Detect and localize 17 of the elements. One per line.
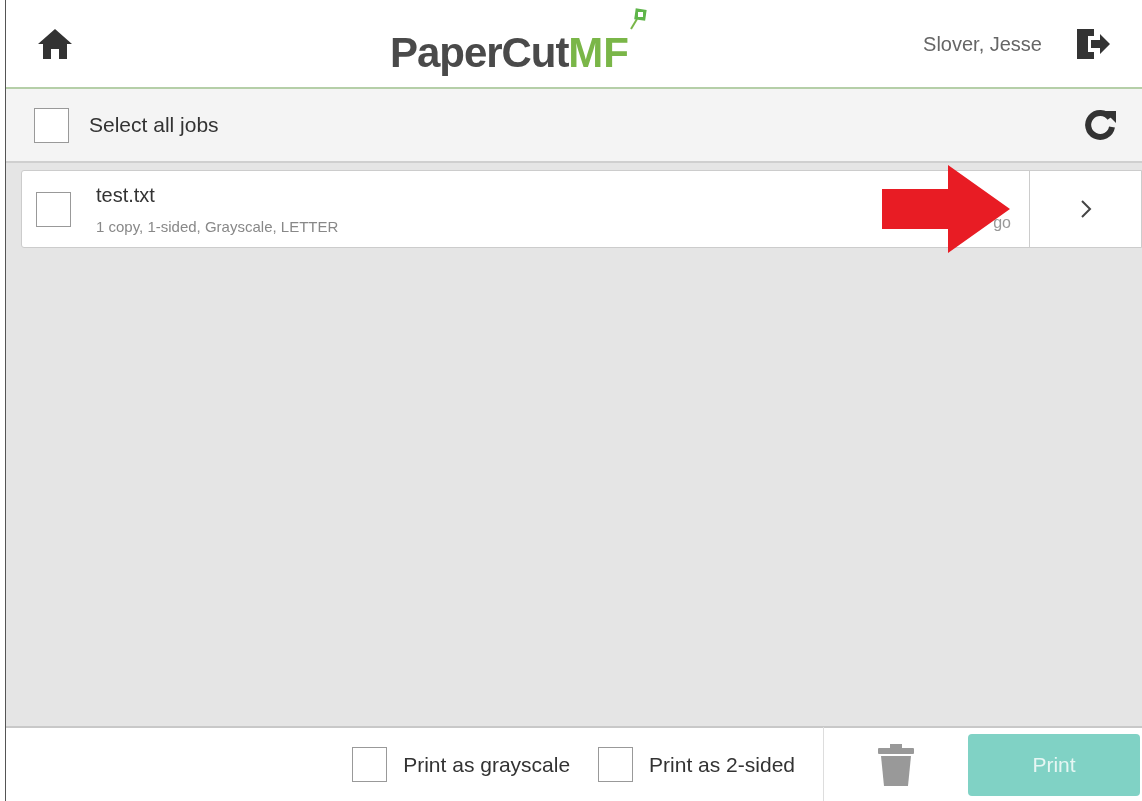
job-time: go <box>993 213 1011 233</box>
select-all-checkbox[interactable] <box>34 107 69 143</box>
job-checkbox[interactable] <box>36 191 71 227</box>
chevron-right-icon[interactable] <box>1079 199 1092 219</box>
job-details: 1 copy, 1-sided, Grayscale, LETTER <box>96 216 339 237</box>
papercut-logo: PaperCutMF <box>390 6 647 81</box>
job-card[interactable]: test.txt 1 copy, 1-sided, Grayscale, LETTER go <box>21 170 1142 248</box>
trash-icon[interactable] <box>876 742 916 787</box>
option-checkbox[interactable] <box>598 747 634 782</box>
option-label: Print as 2-sided <box>649 751 795 778</box>
user-name: Slover, Jesse <box>923 31 1042 57</box>
home-icon[interactable] <box>36 26 74 61</box>
option-checkbox[interactable] <box>352 747 388 782</box>
job-name: test.txt <box>96 182 156 208</box>
option-label: Print as grayscale <box>403 751 571 778</box>
select-all-label: Select all jobs <box>89 112 219 139</box>
refresh-icon[interactable] <box>1082 107 1118 143</box>
